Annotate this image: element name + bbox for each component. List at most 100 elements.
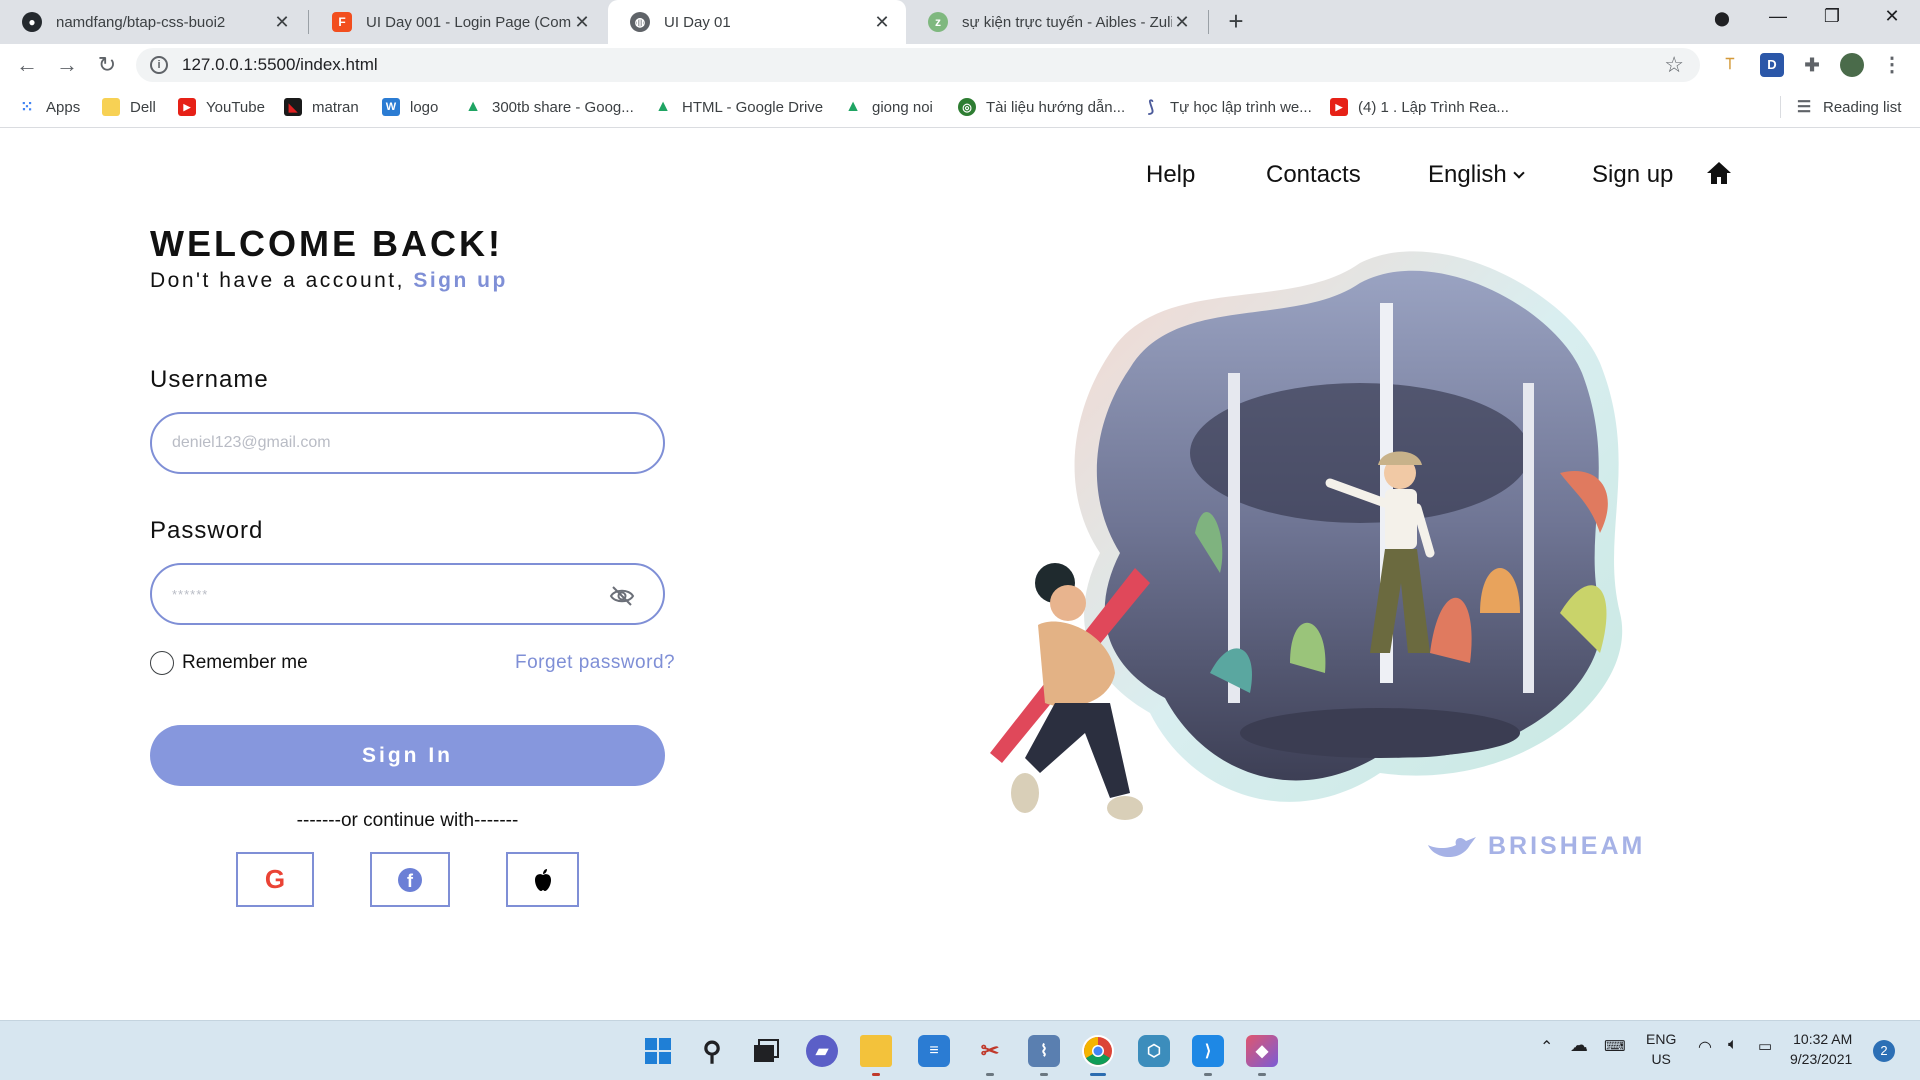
file-explorer-icon[interactable]	[860, 1035, 892, 1067]
profile-avatar[interactable]	[1840, 53, 1864, 77]
bookmark-logo[interactable]: W logo	[382, 96, 438, 118]
green-circle-icon: ◎	[958, 98, 976, 116]
continue-with-divider: -------or continue with-------	[296, 810, 519, 831]
gitkraken-icon[interactable]: ◆	[1246, 1035, 1278, 1067]
remember-me-radio[interactable]	[150, 651, 174, 675]
nav-help[interactable]: Help	[1146, 161, 1195, 189]
close-tab-icon[interactable]: ✕	[1172, 12, 1192, 32]
active-indicator	[872, 1073, 880, 1076]
facebook-login-button[interactable]: f	[370, 852, 450, 907]
tray-chevron-icon[interactable]: ⌃	[1540, 1037, 1553, 1057]
notepad-icon[interactable]: ≡	[918, 1035, 950, 1067]
windows-taskbar: ⚲ ▰ ≡ ✂ ⌇ ⬡ ⟩ ◆ ⌃ ☁ ⌨ ENG US ◠ 🔈︎ ▭ 10:3…	[0, 1020, 1920, 1080]
hexagon-app-icon[interactable]: ⬡	[1138, 1035, 1170, 1067]
wifi-icon[interactable]: ◠	[1698, 1037, 1712, 1057]
url-text[interactable]: 127.0.0.1:5500/index.html	[182, 55, 378, 75]
reload-icon[interactable]: ↻	[94, 52, 120, 78]
remember-me-label: Remember me	[182, 652, 308, 673]
bookmark-tu-hoc[interactable]: ⟆ Tự học lập trình we...	[1142, 96, 1312, 118]
running-indicator	[986, 1073, 994, 1076]
extension-icon[interactable]: ⟙	[1718, 53, 1742, 77]
youtube-icon: ▶	[1330, 98, 1348, 116]
keyboard-icon[interactable]: ⌨	[1604, 1037, 1626, 1055]
password-placeholder: ******	[172, 586, 209, 602]
puzzle-icon[interactable]: ✚	[1800, 53, 1824, 77]
youtube-icon: ▶	[178, 98, 196, 116]
bookmark-giong-noi[interactable]: ▲ giong noi	[844, 96, 933, 118]
address-bar[interactable]: i 127.0.0.1:5500/index.html ☆	[136, 48, 1700, 82]
vscode-icon[interactable]: ⟩	[1192, 1035, 1224, 1067]
tab-strip: ● namdfang/btap-css-buoi2 ✕ F UI Day 001…	[0, 0, 1920, 44]
active-indicator	[1090, 1073, 1106, 1076]
sign-in-button[interactable]: Sign In	[150, 725, 665, 786]
teams-chat-icon[interactable]: ▰	[806, 1035, 838, 1067]
page-title: WELCOME BACK!	[150, 223, 503, 264]
facebook-icon: f	[398, 867, 422, 892]
bookmark-lap-trinh[interactable]: ▶ (4) 1 . Lập Trình Rea...	[1330, 96, 1509, 118]
bookmarks-bar: ⁙ Apps Dell ▶ YouTube ◣ matran W logo ▲ …	[0, 86, 1920, 128]
signup-link[interactable]: Sign up	[413, 269, 508, 292]
performance-monitor-icon[interactable]: ⌇	[1028, 1035, 1060, 1067]
close-window-icon[interactable]: ✕	[1872, 6, 1912, 27]
forward-icon[interactable]: →	[54, 52, 80, 78]
bookmark-dell[interactable]: Dell	[102, 96, 156, 118]
chrome-icon[interactable]	[1082, 1035, 1114, 1067]
browser-toolbar: ← → ↻ i 127.0.0.1:5500/index.html ☆ ⟙ D …	[0, 44, 1920, 86]
tab-zulip[interactable]: z sự kiện trực tuyến - Aibles - Zulip ✕	[906, 0, 1206, 44]
notification-badge[interactable]: 2	[1873, 1040, 1895, 1062]
password-label: Password	[150, 517, 264, 544]
start-icon[interactable]	[642, 1035, 674, 1067]
tab-ui-day-01[interactable]: ◍ UI Day 01 ✕	[608, 0, 906, 44]
close-tab-icon[interactable]: ✕	[572, 12, 592, 32]
password-input[interactable]: ******	[150, 563, 665, 625]
eye-off-icon[interactable]	[609, 585, 635, 607]
battery-icon[interactable]: ▭	[1758, 1037, 1772, 1055]
nav-contacts[interactable]: Contacts	[1266, 161, 1361, 189]
close-tab-icon[interactable]: ✕	[272, 12, 292, 32]
onedrive-icon[interactable]: ☁	[1570, 1035, 1588, 1056]
bookmark-youtube[interactable]: ▶ YouTube	[178, 96, 265, 118]
snipping-tool-icon[interactable]: ✂	[974, 1035, 1006, 1067]
apple-login-button[interactable]	[506, 852, 579, 907]
remember-me[interactable]: Remember me	[150, 651, 308, 675]
github-icon: ●	[22, 12, 42, 32]
hero-illustration	[990, 251, 1623, 820]
apple-icon	[534, 868, 551, 891]
reading-list[interactable]: ☰ Reading list	[1780, 96, 1901, 118]
restore-icon[interactable]: ❐	[1812, 6, 1852, 27]
site-info-icon[interactable]: i	[150, 56, 168, 74]
brand-name: BRISHEAM	[1488, 831, 1646, 860]
language-indicator[interactable]: ENG US	[1646, 1029, 1676, 1069]
word-icon: W	[382, 98, 400, 116]
matran-icon: ◣	[284, 98, 302, 116]
bookmark-300tb[interactable]: ▲ 300tb share - Goog...	[464, 96, 634, 118]
minimize-icon[interactable]: —	[1758, 6, 1798, 27]
bookmark-matran[interactable]: ◣ matran	[284, 96, 359, 118]
back-icon[interactable]: ←	[14, 52, 40, 78]
task-view-icon[interactable]	[750, 1035, 782, 1067]
menu-dots-icon[interactable]: ⋮	[1880, 53, 1904, 77]
nav-signup[interactable]: Sign up	[1592, 161, 1673, 189]
username-input[interactable]: deniel123@gmail.com	[150, 412, 665, 474]
tab-figma[interactable]: F UI Day 001 - Login Page (Commu ✕	[310, 0, 606, 44]
system-clock[interactable]: 10:32 AM 9/23/2021	[1790, 1029, 1852, 1069]
google-login-button[interactable]: G	[236, 852, 314, 907]
signup-prompt: Don't have a account, Sign up	[150, 269, 508, 293]
signup-prompt-text: Don't have a account,	[150, 269, 414, 292]
extension-d-icon[interactable]: D	[1760, 53, 1784, 77]
search-icon[interactable]: ⚲	[696, 1035, 728, 1067]
volume-icon[interactable]: 🔈︎	[1728, 1036, 1738, 1054]
home-icon[interactable]	[1706, 161, 1732, 185]
forget-password-link[interactable]: Forget password?	[515, 652, 675, 674]
nav-language-select[interactable]: English	[1428, 161, 1525, 189]
bookmark-apps[interactable]: ⁙ Apps	[18, 96, 80, 118]
bookmark-star-icon[interactable]: ☆	[1664, 52, 1684, 78]
globe-icon: ◍	[630, 12, 650, 32]
google-drive-icon: ▲	[655, 98, 671, 115]
bookmark-html-drive[interactable]: ▲ HTML - Google Drive	[654, 96, 823, 118]
bookmark-tai-lieu[interactable]: ◎ Tài liệu hướng dẫn...	[958, 96, 1125, 118]
new-tab-button[interactable]: +	[1222, 8, 1250, 36]
close-tab-icon[interactable]: ✕	[872, 12, 892, 32]
tab-search-icon[interactable]: ⬤	[1702, 10, 1742, 27]
tab-github[interactable]: ● namdfang/btap-css-buoi2 ✕	[0, 0, 306, 44]
